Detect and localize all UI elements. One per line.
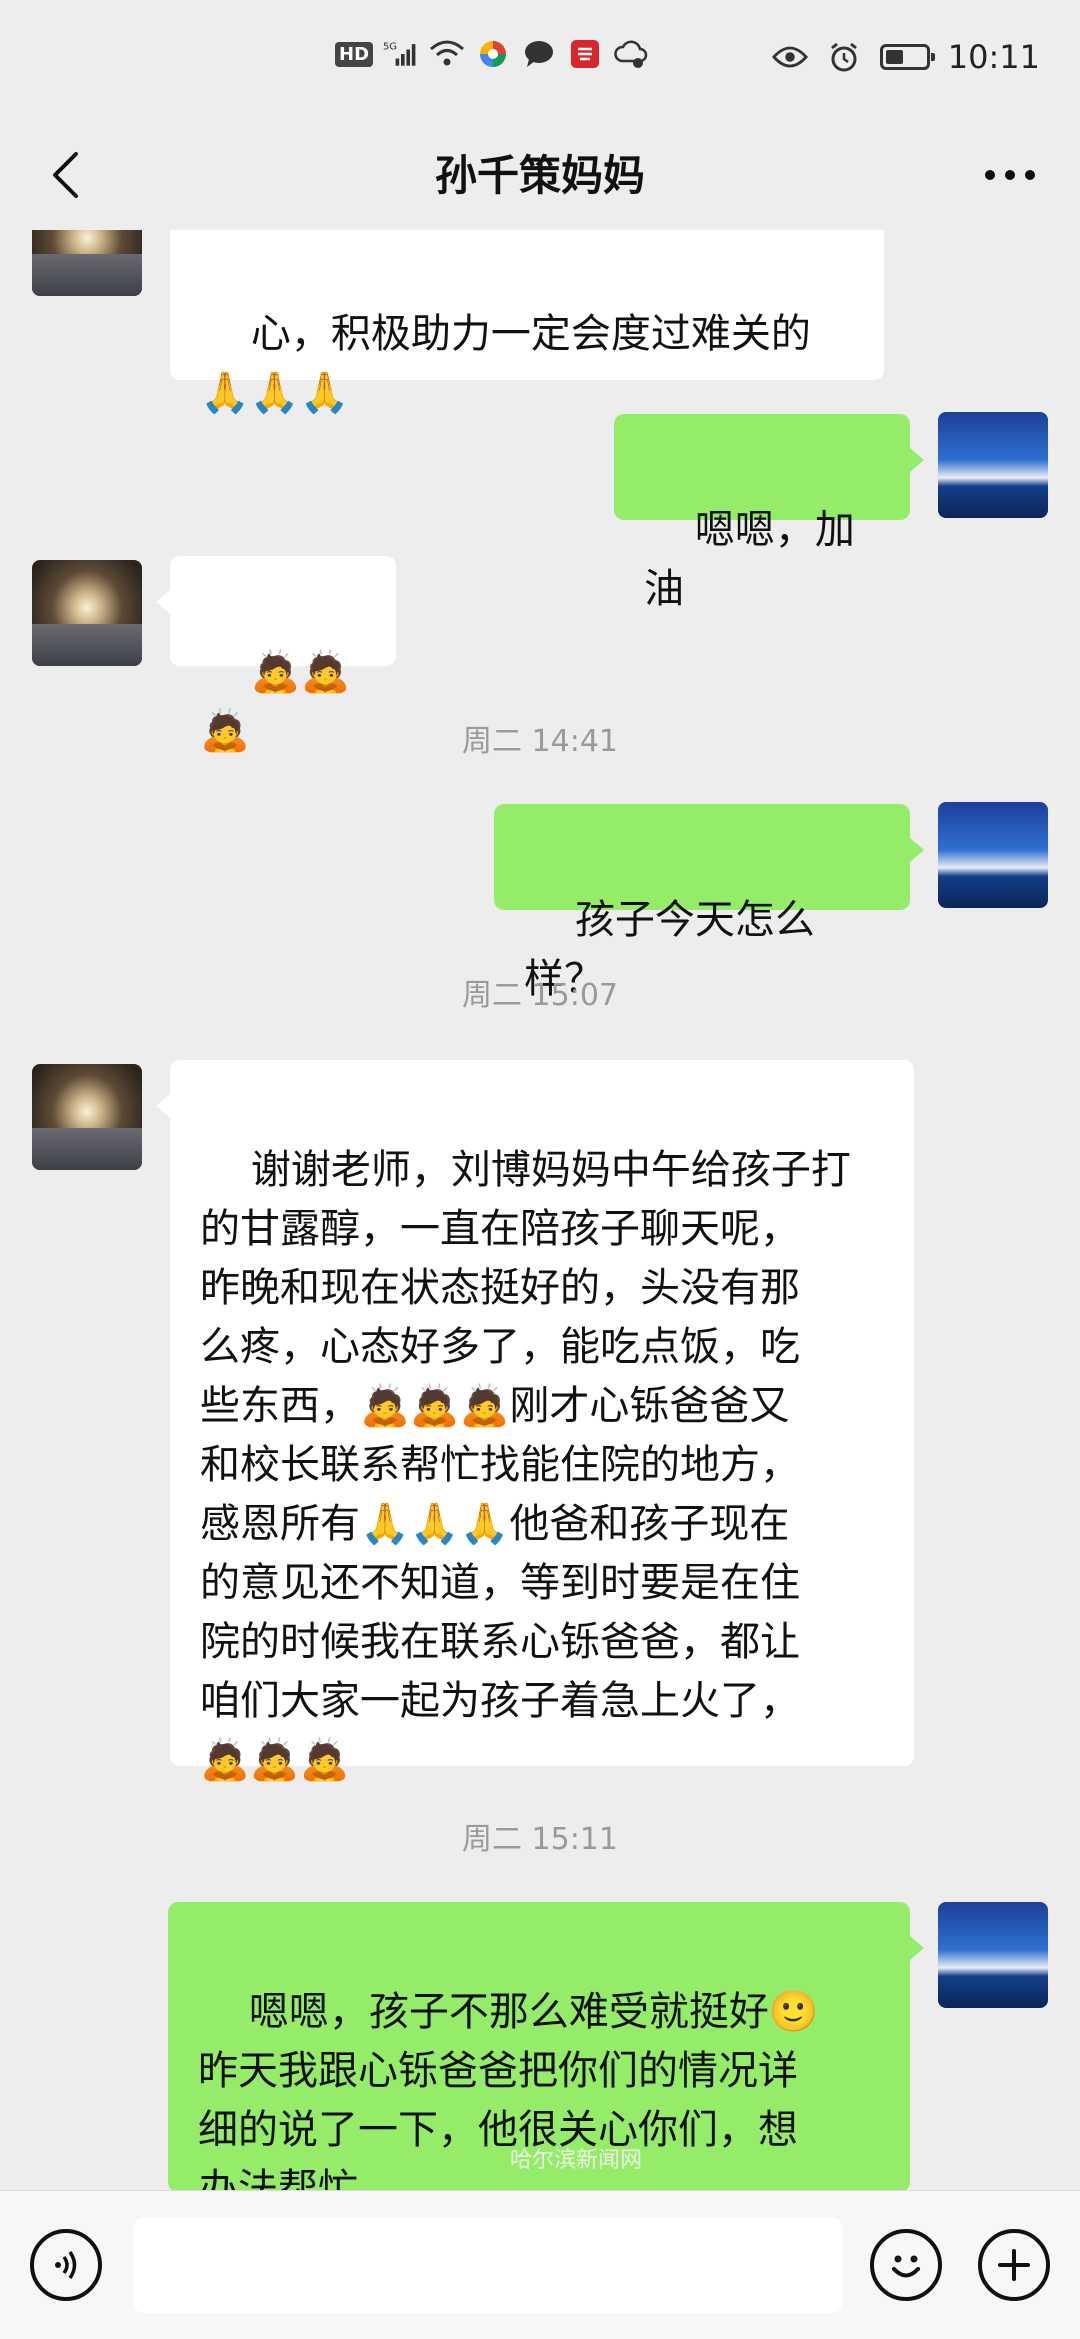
cloud-sync-icon <box>613 38 649 70</box>
smiley-icon <box>892 2255 920 2278</box>
more-dot-icon <box>1005 170 1015 180</box>
message-bubble-received[interactable]: 谢谢老师，刘博妈妈中午给孩子打 的甘露醇，一直在陪孩子聊天呢， 昨晚和现在状态挺… <box>156 1060 914 1783</box>
message-text: 嗯嗯，加油 <box>644 507 855 612</box>
message-text: 谢谢老师，刘博妈妈中午给孩子打 的甘露醇，一直在陪孩子聊天呢， 昨晚和现在状态挺… <box>200 1147 851 1783</box>
contact-avatar[interactable] <box>32 1064 142 1170</box>
status-bar: HD 5G 10:11 <box>0 0 1080 120</box>
message-timestamp: 周二 15:07 <box>462 978 618 1013</box>
message-icon <box>521 38 557 70</box>
status-right-icons: 10:11 <box>771 38 1040 76</box>
message-input[interactable] <box>134 2217 842 2313</box>
my-avatar[interactable] <box>938 802 1048 908</box>
emoji-button[interactable] <box>870 2229 942 2301</box>
chevron-left-icon <box>53 152 78 198</box>
battery-icon <box>879 44 935 70</box>
nav-bar: 孙千策妈妈 <box>0 120 1080 230</box>
app-notification-icon <box>475 38 511 70</box>
back-button[interactable] <box>30 140 100 210</box>
contact-avatar[interactable] <box>32 230 142 296</box>
more-functions-button[interactable] <box>978 2229 1050 2301</box>
my-avatar[interactable] <box>938 1902 1048 2008</box>
chat-title: 孙千策妈妈 <box>434 151 645 200</box>
message-text: 心，积极助力一定会度过难关的 🙏🙏🙏 <box>200 311 811 416</box>
message-bubble-sent[interactable]: 孩子今天怎么样？ <box>494 804 924 1002</box>
message-bubble-received[interactable]: 🙇🙇🙇 <box>156 556 396 754</box>
svg-text:5G: 5G <box>383 42 397 53</box>
watermark: 哈尔滨新闻网 <box>510 2148 643 2173</box>
message-bubble-sent[interactable]: 嗯嗯，加油 <box>614 414 924 612</box>
chat-area[interactable]: 心，积极助力一定会度过难关的 🙏🙏🙏 嗯嗯，加油 🙇🙇🙇 周二 14:41 孩子… <box>0 230 1080 2190</box>
clock: 10:11 <box>947 38 1040 76</box>
more-dot-icon <box>985 170 995 180</box>
voice-input-button[interactable] <box>30 2229 102 2301</box>
message-bubble-received[interactable]: 心，积极助力一定会度过难关的 🙏🙏🙏 <box>170 230 884 416</box>
message-text: 嗯嗯，孩子不那么难受就挺好🙂 昨天我跟心铄爸爸把你们的情况详 细的说了一下，他很… <box>198 1989 819 2190</box>
my-avatar[interactable] <box>938 412 1048 518</box>
news-app-icon <box>567 38 603 70</box>
message-timestamp: 周二 15:11 <box>462 1822 618 1857</box>
wifi-icon <box>429 38 465 70</box>
status-left-icons: HD 5G <box>335 38 649 70</box>
hd-badge: HD <box>335 41 374 67</box>
input-bar <box>0 2190 1080 2339</box>
message-timestamp: 周二 14:41 <box>462 724 618 759</box>
signal-icon: 5G <box>383 38 419 70</box>
more-dot-icon <box>1025 170 1035 180</box>
eye-icon <box>771 41 808 73</box>
voice-icon <box>55 2251 77 2279</box>
plus-icon <box>998 2249 1030 2281</box>
more-options-button[interactable] <box>970 140 1050 210</box>
contact-avatar[interactable] <box>32 560 142 666</box>
alarm-icon <box>826 41 862 73</box>
